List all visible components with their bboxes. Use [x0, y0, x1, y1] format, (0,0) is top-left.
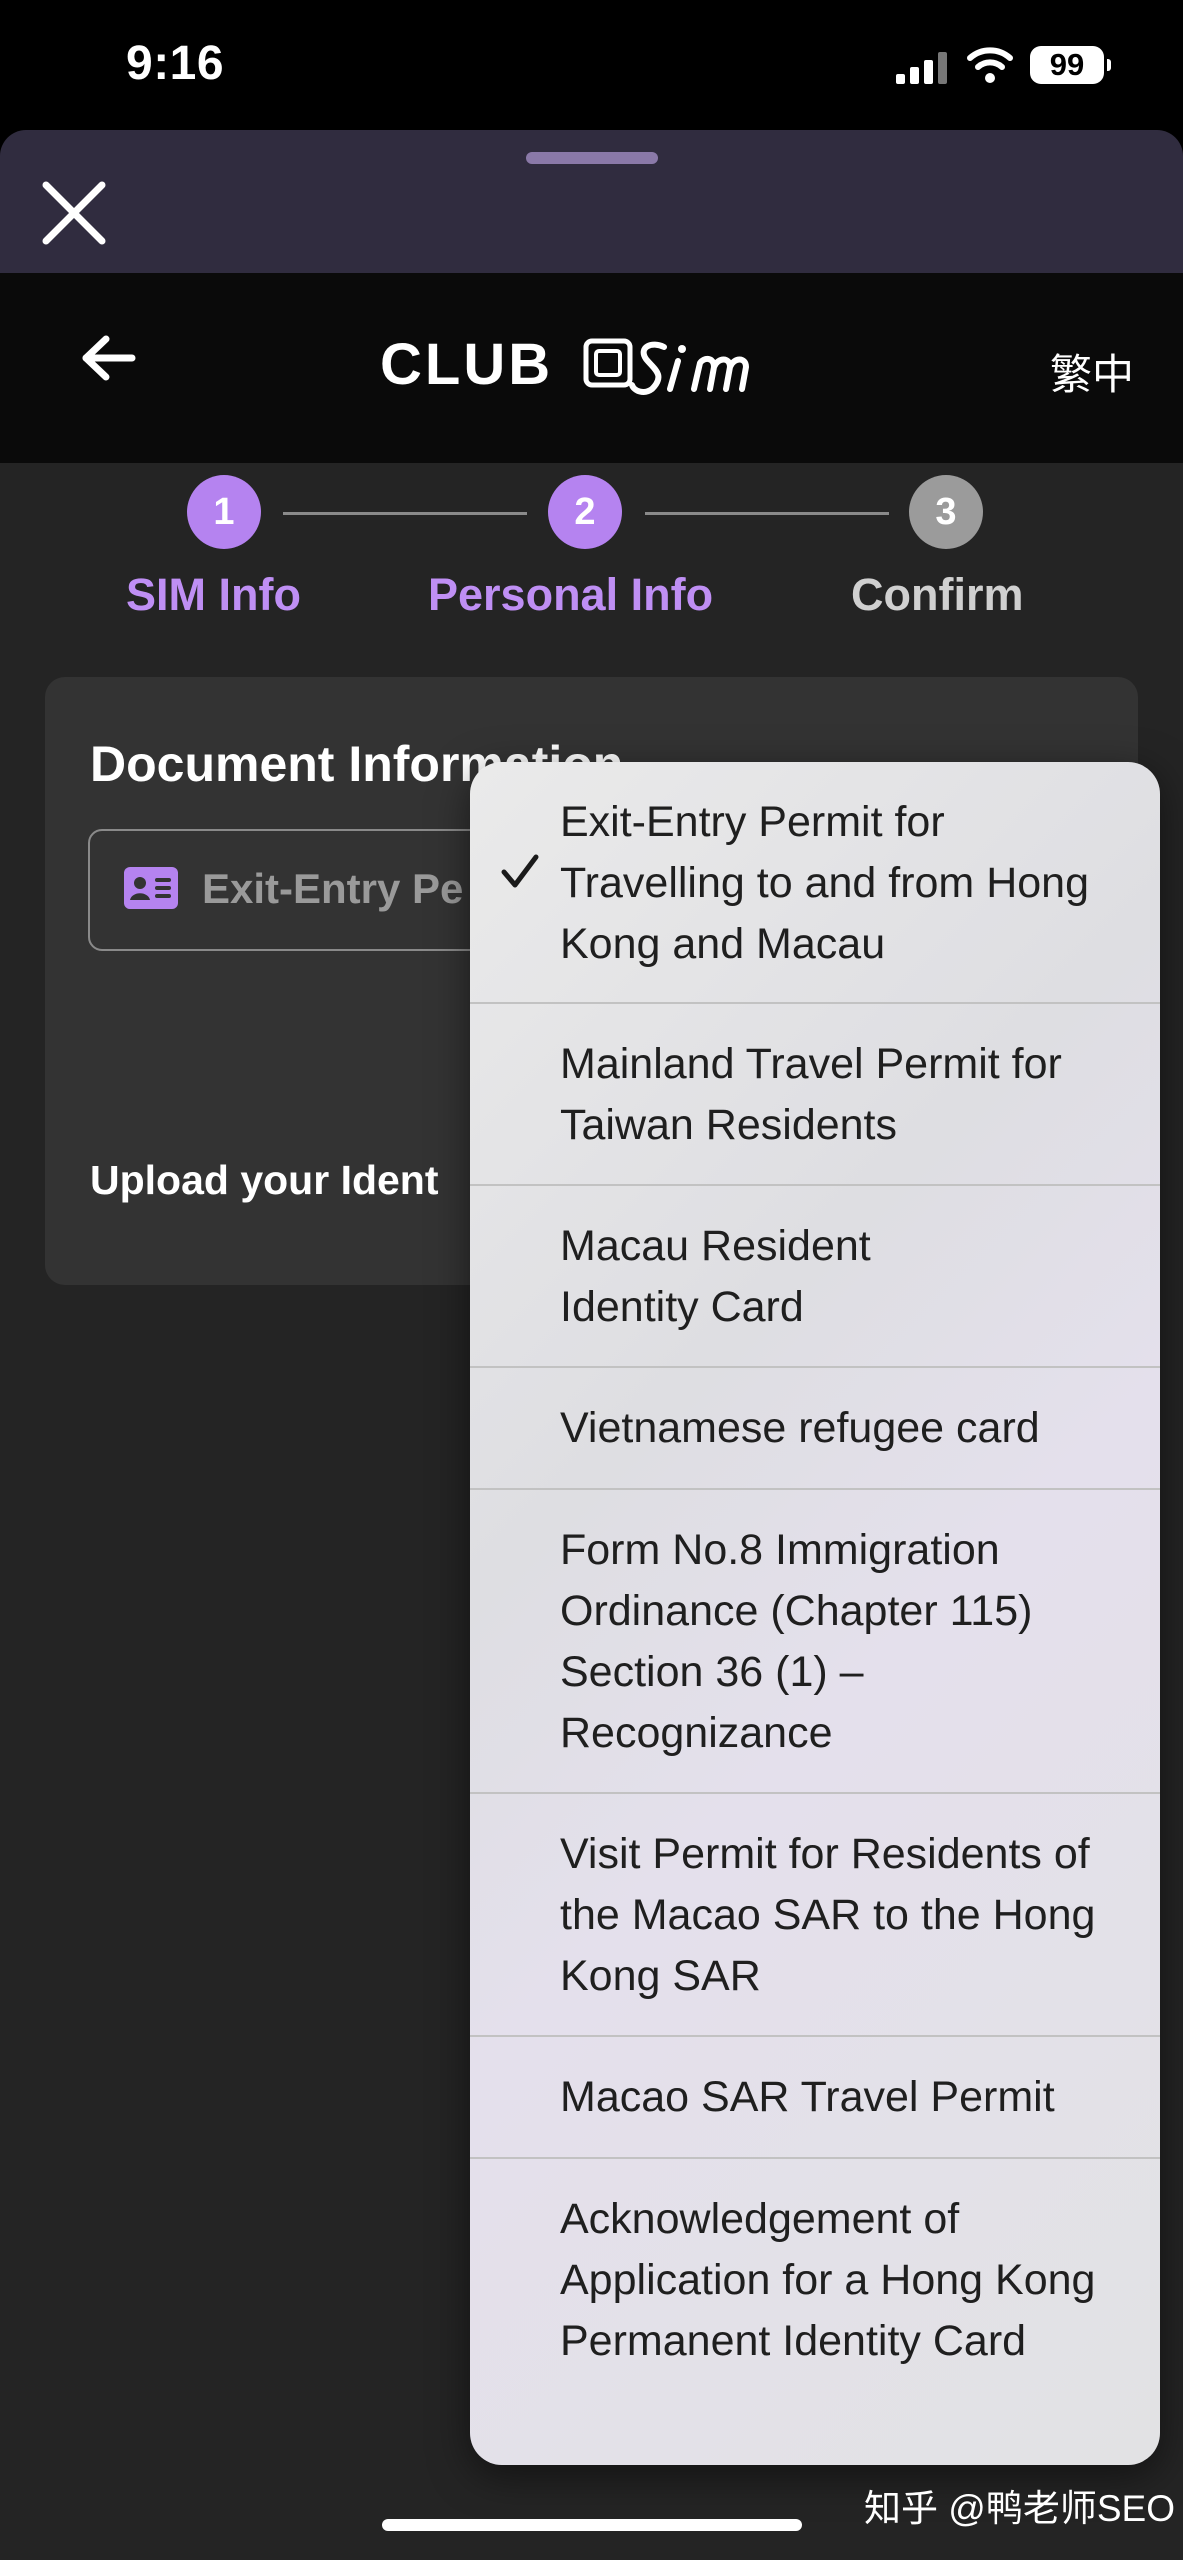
- watermark: 知乎 @鸭老师SEO: [864, 2488, 1175, 2529]
- menu-item-form-no8[interactable]: Form No.8 Immigration Ordinance (Chapter…: [470, 1488, 1160, 1794]
- club-sim-logo: CLUB: [380, 325, 800, 397]
- step-1-label: SIM Info: [126, 569, 301, 620]
- menu-item-label: Form No.8 Immigration Ordinance (Chapter…: [560, 1526, 1033, 1757]
- menu-item-label: Visit Permit for Residents of the Macao …: [560, 1830, 1096, 2000]
- checkmark-icon: [501, 854, 539, 888]
- back-arrow-icon[interactable]: [78, 333, 138, 383]
- language-toggle[interactable]: 繁中: [1050, 341, 1134, 402]
- status-time: 9:16: [126, 37, 225, 90]
- cellular-signal-icon: [896, 52, 947, 84]
- step-3-indicator: 3: [909, 475, 983, 549]
- menu-item-macau-id[interactable]: Macau Resident Identity Card: [470, 1184, 1160, 1368]
- battery-indicator: 99: [1030, 46, 1111, 84]
- step-2-indicator: 2: [548, 475, 622, 549]
- close-icon[interactable]: [36, 175, 112, 251]
- status-bar: 9:16 99: [0, 0, 1183, 130]
- step-3-label: Confirm: [851, 569, 1024, 620]
- sim-logo-mark: [583, 338, 749, 395]
- sheet-header: [0, 130, 1183, 273]
- app-header: CLUB 繁中: [0, 273, 1183, 463]
- step-connector: [283, 512, 527, 515]
- menu-item-taiwan-permit[interactable]: Mainland Travel Permit for Taiwan Reside…: [470, 1002, 1160, 1186]
- menu-item-label: Macau Resident Identity Card: [560, 1222, 871, 1331]
- menu-item-label: Mainland Travel Permit for Taiwan Reside…: [560, 1040, 1062, 1149]
- menu-item-macao-visit-permit[interactable]: Visit Permit for Residents of the Macao …: [470, 1792, 1160, 2037]
- wifi-icon: [967, 47, 1013, 83]
- menu-item-label: Vietnamese refugee card: [560, 1404, 1040, 1452]
- menu-item-label: Exit-Entry Permit for Travelling to and …: [560, 798, 1089, 968]
- home-indicator[interactable]: [382, 2519, 802, 2531]
- document-type-menu: Exit-Entry Permit for Travelling to and …: [470, 762, 1160, 2465]
- step-connector: [645, 512, 889, 515]
- menu-item-label: Acknowledgement of Application for a Hon…: [560, 2195, 1096, 2365]
- step-1-indicator: 1: [187, 475, 261, 549]
- document-type-value: Exit-Entry Pe: [202, 865, 464, 912]
- menu-item-label: Macao SAR Travel Permit: [560, 2073, 1055, 2121]
- menu-item-hk-id-acknowledgement[interactable]: Acknowledgement of Application for a Hon…: [470, 2157, 1160, 2465]
- menu-item-refugee-card[interactable]: Vietnamese refugee card: [470, 1366, 1160, 1490]
- upload-identity-label: Upload your Ident: [90, 1157, 439, 1203]
- sheet-grabber[interactable]: [526, 152, 658, 164]
- menu-item-exit-entry-permit[interactable]: Exit-Entry Permit for Travelling to and …: [470, 762, 1160, 1002]
- logo-text: CLUB: [380, 332, 554, 397]
- step-2-label: Personal Info: [428, 569, 714, 620]
- id-card-icon: [124, 867, 178, 909]
- menu-item-macao-travel-permit[interactable]: Macao SAR Travel Permit: [470, 2035, 1160, 2159]
